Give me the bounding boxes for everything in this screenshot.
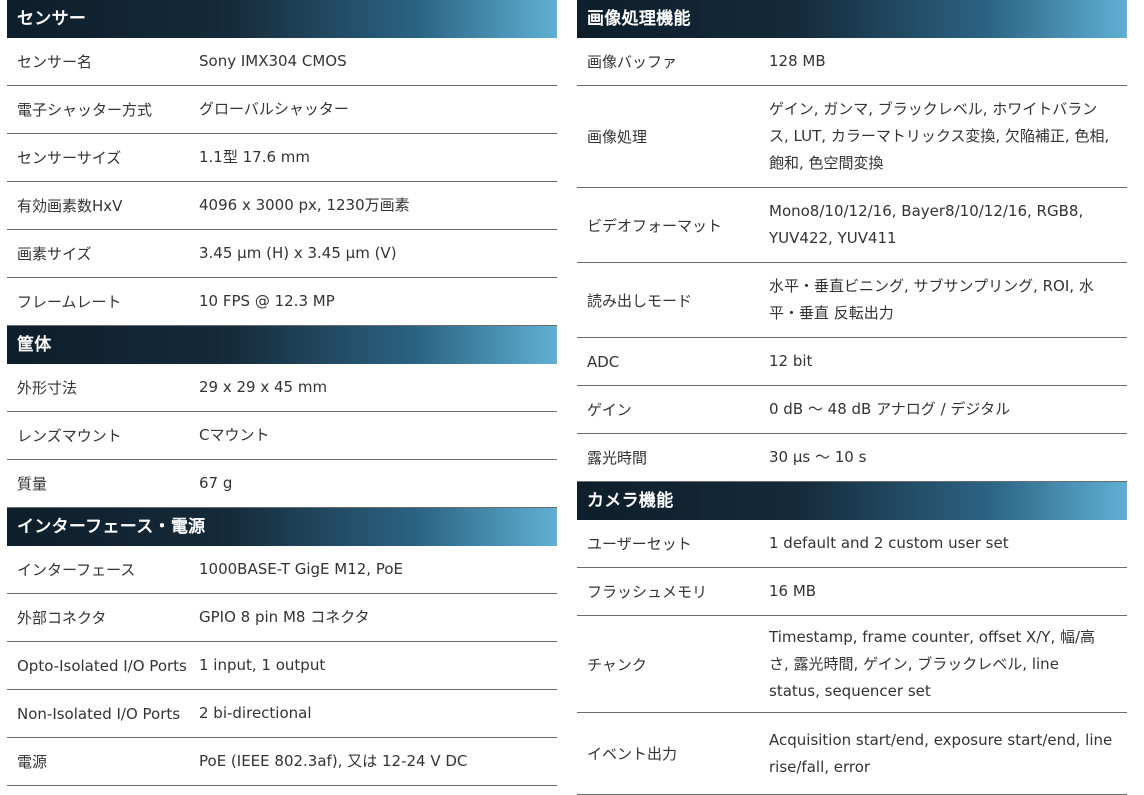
spec-value: 16 MB [769,582,817,600]
right-spec-column: 画像処理機能 画像バッファ 128 MB 画像処理 ゲイン, ガンマ, ブラックレベ… [577,0,1127,795]
spec-value: 29 x 29 x 45 mm [199,378,328,396]
spec-value: 1000BASE-T GigE M12, PoE [199,560,403,578]
spec-row: 電子シャッター方式 グローバルシャッター [7,86,557,134]
spec-row: ビデオフォーマット Mono8/10/12/16, Bayer8/10/12/16… [577,188,1127,263]
spec-value: Mono8/10/12/16, Bayer8/10/12/16, RGB8, Y… [769,202,1084,247]
spec-value: Acquisition start/end, exposure start/en… [769,730,1113,776]
spec-value: GPIO 8 pin M8 コネクタ [199,608,370,626]
section-header-interface: インターフェース・電源 [7,508,557,546]
spec-value: 1 default and 2 custom user set [769,534,1009,552]
spec-label: 外形寸法 [17,379,78,397]
spec-row: 外形寸法 29 x 29 x 45 mm [7,364,557,412]
spec-value: 12 bit [769,352,813,370]
spec-label: 質量 [17,475,48,493]
spec-row: 画像処理 ゲイン, ガンマ, ブラックレベル, ホワイトバランス, LUT, カラ… [577,86,1127,188]
section-header-imaging: 画像処理機能 [577,0,1127,38]
spec-row: センサーサイズ 1.1型 17.6 mm [7,134,557,182]
spec-value: PoE (IEEE 802.3af), 又は 12-24 V DC [199,752,468,770]
spec-value: 128 MB [769,52,826,70]
section-header-housing: 筐体 [7,326,557,364]
spec-row: センサー名 Sony IMX304 CMOS [7,38,557,86]
spec-value: グローバルシャッター [199,100,349,118]
spec-row: 画像バッファ 128 MB [577,38,1127,86]
spec-value: 4096 x 3000 px, 1230万画素 [199,196,410,214]
spec-label: 電源 [17,753,48,771]
spec-value: 30 µs ～ 10 s [769,448,867,466]
spec-label: 画素サイズ [17,245,92,263]
spec-row: 露光時間 30 µs ～ 10 s [577,434,1127,482]
spec-row: Opto-Isolated I/O Ports 1 input, 1 output [7,642,557,690]
spec-row: 電源 PoE (IEEE 802.3af), 又は 12-24 V DC [7,738,557,786]
spec-label: 有効画素数HxV [17,197,123,215]
section-header-camera: カメラ機能 [577,482,1127,520]
spec-value: Timestamp, frame counter, offset X/Y, 幅/… [769,627,1096,700]
spec-value: Sony IMX304 CMOS [199,52,347,70]
spec-label: インターフェース [17,561,136,579]
spec-value: Cマウント [199,426,270,444]
spec-value: 10 FPS @ 12.3 MP [199,292,335,310]
spec-row: フラッシュメモリ 16 MB [577,568,1127,616]
spec-label: ビデオフォーマット [587,216,723,235]
spec-label: 電子シャッター方式 [17,101,153,119]
spec-value: 水平・垂直ビニング, サブサンプリング, ROI, 水平・垂直 反転出力 [769,277,1094,322]
spec-label: チャンク [587,655,647,674]
spec-row: イベント出力 Acquisition start/end, exposure st… [577,713,1127,795]
spec-label: Non-Isolated I/O Ports [17,704,181,723]
spec-label: ユーザーセット [587,535,692,553]
spec-label: 外部コネクタ [17,609,107,627]
spec-row: ゲイン 0 dB ～ 48 dB アナログ / デジタル [577,386,1127,434]
spec-label: 画像処理 [587,128,648,146]
spec-label: 画像バッファ [587,53,678,71]
spec-label: 読み出しモード [587,291,693,310]
spec-row: 外部コネクタ GPIO 8 pin M8 コネクタ [7,594,557,642]
spec-row: フレームレート 10 FPS @ 12.3 MP [7,278,557,326]
spec-value: 1 input, 1 output [199,656,326,674]
spec-row: インターフェース 1000BASE-T GigE M12, PoE [7,546,557,594]
spec-row: チャンク Timestamp, frame counter, offset X/Y… [577,616,1127,713]
spec-label: センサー名 [17,53,93,71]
spec-label: センサーサイズ [17,149,122,167]
spec-label: Opto-Isolated I/O Ports [17,656,187,675]
spec-label: フレームレート [17,293,122,311]
spec-row: ADC 12 bit [577,338,1127,386]
spec-label: フラッシュメモリ [587,583,708,601]
spec-label: 露光時間 [587,449,648,467]
spec-row: 有効画素数HxV 4096 x 3000 px, 1230万画素 [7,182,557,230]
spec-value: 67 g [199,474,233,492]
spec-value: 1.1型 17.6 mm [199,148,311,166]
spec-value: 2 bi-directional [199,704,312,722]
spec-row: 読み出しモード 水平・垂直ビニング, サブサンプリング, ROI, 水平・垂直 反… [577,263,1127,338]
spec-label: ゲイン [587,401,632,419]
spec-row: レンズマウント Cマウント [7,412,557,460]
spec-row: 質量 67 g [7,460,557,508]
spec-value: ゲイン, ガンマ, ブラックレベル, ホワイトバランス, LUT, カラーマトリ… [769,100,1110,172]
left-spec-column: センサー センサー名 Sony IMX304 CMOS 電子シャッター方式 グローバ… [7,0,557,786]
spec-value: 0 dB ～ 48 dB アナログ / デジタル [769,400,1011,418]
spec-label: レンズマウント [17,427,122,445]
spec-row: ユーザーセット 1 default and 2 custom user set [577,520,1127,568]
spec-value: 3.45 µm (H) x 3.45 µm (V) [199,244,397,262]
spec-label: ADC [587,352,620,371]
spec-row: Non-Isolated I/O Ports 2 bi-directional [7,690,557,738]
section-header-sensor: センサー [7,0,557,38]
spec-label: イベント出力 [587,745,678,763]
spec-row: 画素サイズ 3.45 µm (H) x 3.45 µm (V) [7,230,557,278]
